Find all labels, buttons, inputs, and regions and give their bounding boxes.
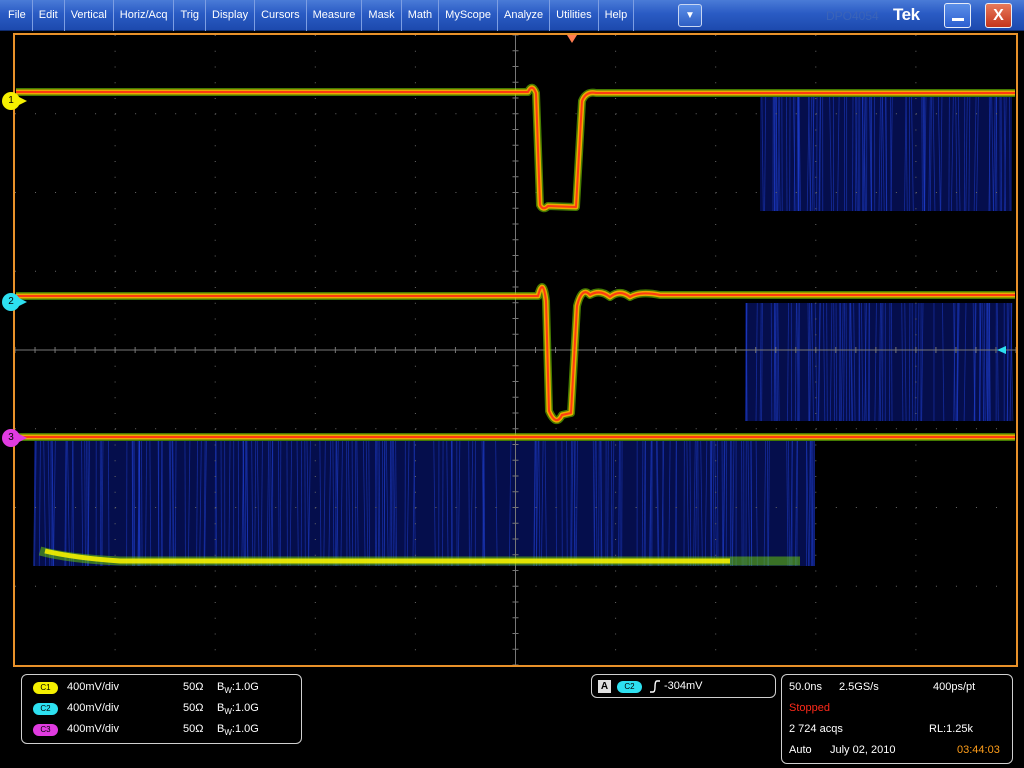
channel-impedance: 50Ω (183, 702, 203, 714)
menu-cursors[interactable]: Cursors (255, 0, 307, 31)
channel-row[interactable]: C2 400mV/div 50Ω BW:1.0G (22, 699, 301, 719)
channel-impedance: 50Ω (183, 723, 203, 735)
channel-row[interactable]: C1 400mV/div 50Ω BW:1.0G (22, 678, 301, 698)
sample-rate: 2.5GS/s (839, 681, 879, 693)
trigger-level: -304mV (664, 680, 703, 692)
channel-badge[interactable]: C1 (33, 682, 58, 694)
trigger-panel[interactable]: A C2 -304mV (591, 674, 776, 698)
acquisition-count: 2 724 acqs (789, 723, 843, 735)
persistence-line (797, 97, 798, 211)
persistence-line (88, 441, 89, 566)
menu-file[interactable]: File (0, 0, 33, 31)
waveform-display[interactable]: 1 2 3 (0, 31, 1024, 669)
date: July 02, 2010 (830, 744, 895, 756)
channel-3-marker[interactable]: 3 (2, 429, 20, 447)
persistence-layer (34, 97, 1013, 566)
menu-edit[interactable]: Edit (33, 0, 65, 31)
channel-scale: 400mV/div (67, 702, 119, 714)
persistence-line (185, 441, 186, 566)
persistence-line (852, 97, 853, 211)
menu-mask[interactable]: Mask (362, 0, 401, 31)
channel-scale: 400mV/div (67, 681, 119, 693)
menu-trig[interactable]: Trig (174, 0, 206, 31)
menu-myscope[interactable]: MyScope (439, 0, 498, 31)
minimize-icon[interactable] (944, 3, 971, 28)
persistence-line (443, 441, 444, 566)
persistence-line (869, 303, 870, 421)
timebase: 50.0ns (789, 681, 822, 693)
persistence-line (1010, 97, 1011, 211)
run-mode: Auto (789, 744, 812, 756)
channel-1-marker[interactable]: 1 (2, 92, 20, 110)
channel-row[interactable]: C3 400mV/div 50Ω BW:1.0G (22, 720, 301, 740)
persistence-line (726, 441, 727, 566)
acquisition-panel[interactable]: 50.0ns 2.5GS/s 400ps/pt Stopped 2 724 ac… (781, 674, 1013, 764)
persistence-line (774, 303, 775, 421)
menu-bar: File Edit Vertical Horiz/Acq Trig Displa… (0, 0, 1024, 31)
rising-edge-icon (649, 680, 661, 693)
chevron-down-icon[interactable]: ▼ (678, 4, 702, 27)
menu-items: File Edit Vertical Horiz/Acq Trig Displa… (0, 0, 634, 31)
waveform-canvas (0, 31, 1024, 669)
resolution: 400ps/pt (933, 681, 975, 693)
menu-math[interactable]: Math (402, 0, 439, 31)
menu-analyze[interactable]: Analyze (498, 0, 550, 31)
channel-impedance: 50Ω (183, 681, 203, 693)
channel-settings-panel: C1 400mV/div 50Ω BW:1.0G C2 400mV/div 50… (21, 674, 302, 744)
channel-bandwidth: BW:1.0G (217, 723, 259, 737)
trigger-source: C2 (617, 681, 642, 693)
trigger-position-icon[interactable] (567, 35, 577, 43)
acquisition-state: Stopped (789, 702, 830, 714)
channel-bandwidth: BW:1.0G (217, 702, 259, 716)
time: 03:44:03 (957, 744, 1000, 756)
menu-utilities[interactable]: Utilities (550, 0, 598, 31)
persistence-line (722, 441, 723, 566)
channel-2-marker[interactable]: 2 (2, 293, 20, 311)
channel-badge[interactable]: C3 (33, 724, 58, 736)
menu-measure[interactable]: Measure (307, 0, 363, 31)
channel-badge[interactable]: C2 (33, 703, 58, 715)
model-text: DPO4054 (826, 9, 879, 23)
menu-display[interactable]: Display (206, 0, 255, 31)
menu-vertical[interactable]: Vertical (65, 0, 114, 31)
menu-help[interactable]: Help (599, 0, 635, 31)
trigger-level-icon[interactable] (997, 346, 1006, 354)
persistence-line (280, 441, 281, 566)
tek-logo: Tek (893, 5, 920, 25)
channel-scale: 400mV/div (67, 723, 119, 735)
persistence-line (742, 441, 743, 566)
record-length: RL:1.25k (929, 723, 973, 735)
close-icon[interactable]: X (985, 3, 1012, 28)
trigger-mode: A (598, 680, 611, 693)
menu-horiz-acq[interactable]: Horiz/Acq (114, 0, 175, 31)
channel-bandwidth: BW:1.0G (217, 681, 259, 695)
persistence-fill (745, 303, 1012, 421)
